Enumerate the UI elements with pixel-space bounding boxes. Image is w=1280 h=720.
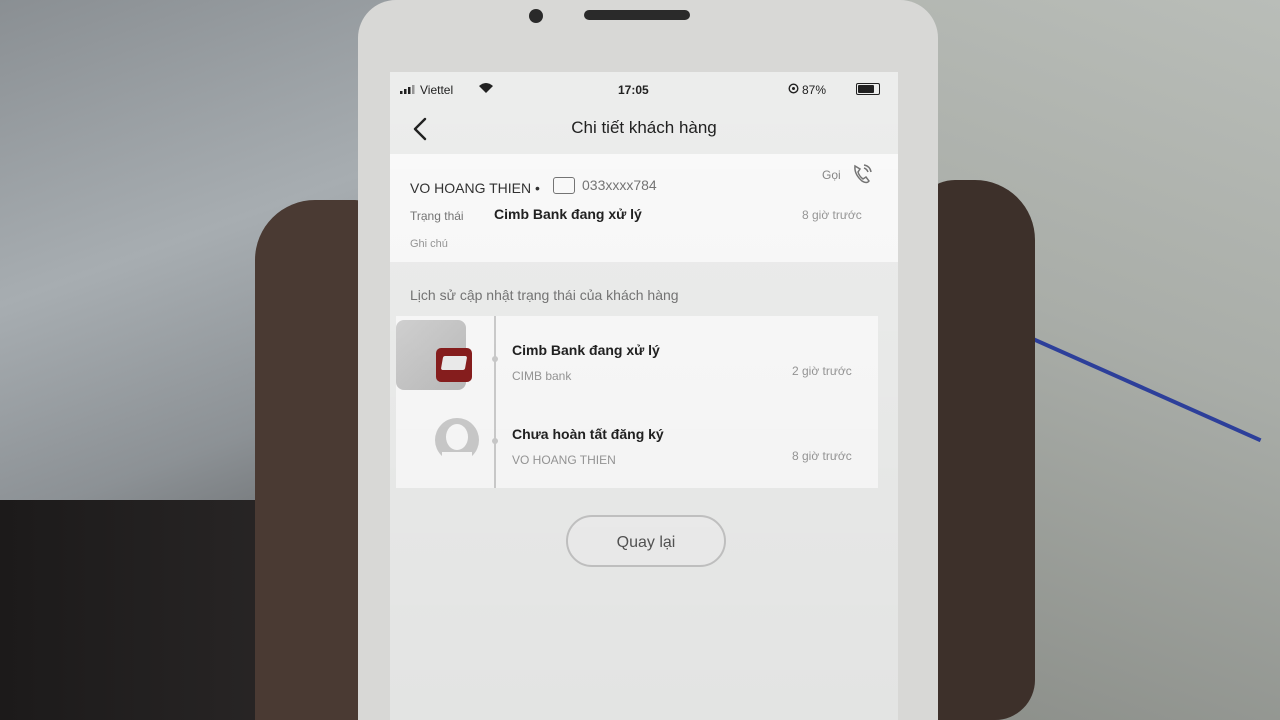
battery-percent: 87% [802, 83, 827, 97]
nav-bar: Chi tiết khách hàng [390, 106, 898, 152]
history-item-title: Chưa hoàn tất đăng ký [512, 426, 664, 442]
status-time: 8 giờ trước [802, 208, 862, 222]
front-camera [529, 9, 543, 23]
history-item-title: Cimb Bank đang xử lý [512, 342, 660, 358]
battery-level [858, 85, 874, 93]
alarm-icon [788, 83, 799, 94]
battery-icon [856, 83, 880, 95]
wifi-icon [479, 83, 493, 93]
status-bar: Viettel 17:05 87% [390, 72, 898, 106]
signal-icon [400, 85, 415, 94]
customer-phone: 033xxxx784 [582, 177, 657, 193]
status-history-list: Cimb Bank đang xử lý CIMB bank 2 giờ trư… [396, 316, 878, 488]
phone-screen: Viettel 17:05 87% Chi tiết khách hàng VO… [390, 72, 898, 720]
clock: 17:05 [618, 83, 649, 97]
history-item[interactable]: Cimb Bank đang xử lý CIMB bank 2 giờ trư… [396, 316, 878, 402]
history-item-time: 8 giờ trước [792, 449, 852, 463]
phone-call-icon[interactable] [850, 162, 874, 186]
history-section-title: Lịch sử cập nhật trạng thái của khách hà… [410, 287, 679, 303]
cimb-bank-logo [396, 320, 472, 390]
call-label[interactable]: Gọi [822, 168, 841, 182]
history-item-subtitle: CIMB bank [512, 369, 572, 383]
customer-name: VO HOANG THIEN • [410, 180, 540, 196]
customer-info-card: VO HOANG THIEN • 033xxxx784 Gọi Trạng th… [390, 154, 898, 262]
status-label: Trạng thái [410, 209, 464, 223]
history-item-time: 2 giờ trước [792, 364, 852, 378]
back-button[interactable]: Quay lại [566, 515, 726, 567]
note-label: Ghi chú [410, 238, 448, 250]
hand-left [255, 200, 375, 720]
bank-logo-icon [436, 348, 472, 382]
earpiece-speaker [584, 10, 690, 20]
page-title: Chi tiết khách hàng [571, 118, 717, 137]
history-item-subtitle: VO HOANG THIEN [512, 453, 616, 467]
carrier-name: Viettel [420, 83, 454, 97]
history-item[interactable]: Chưa hoàn tất đăng ký VO HOANG THIEN 8 g… [396, 402, 878, 488]
user-avatar-icon [435, 418, 479, 466]
status-value: Cimb Bank đang xử lý [494, 206, 642, 222]
phone-number-icon [553, 177, 575, 194]
